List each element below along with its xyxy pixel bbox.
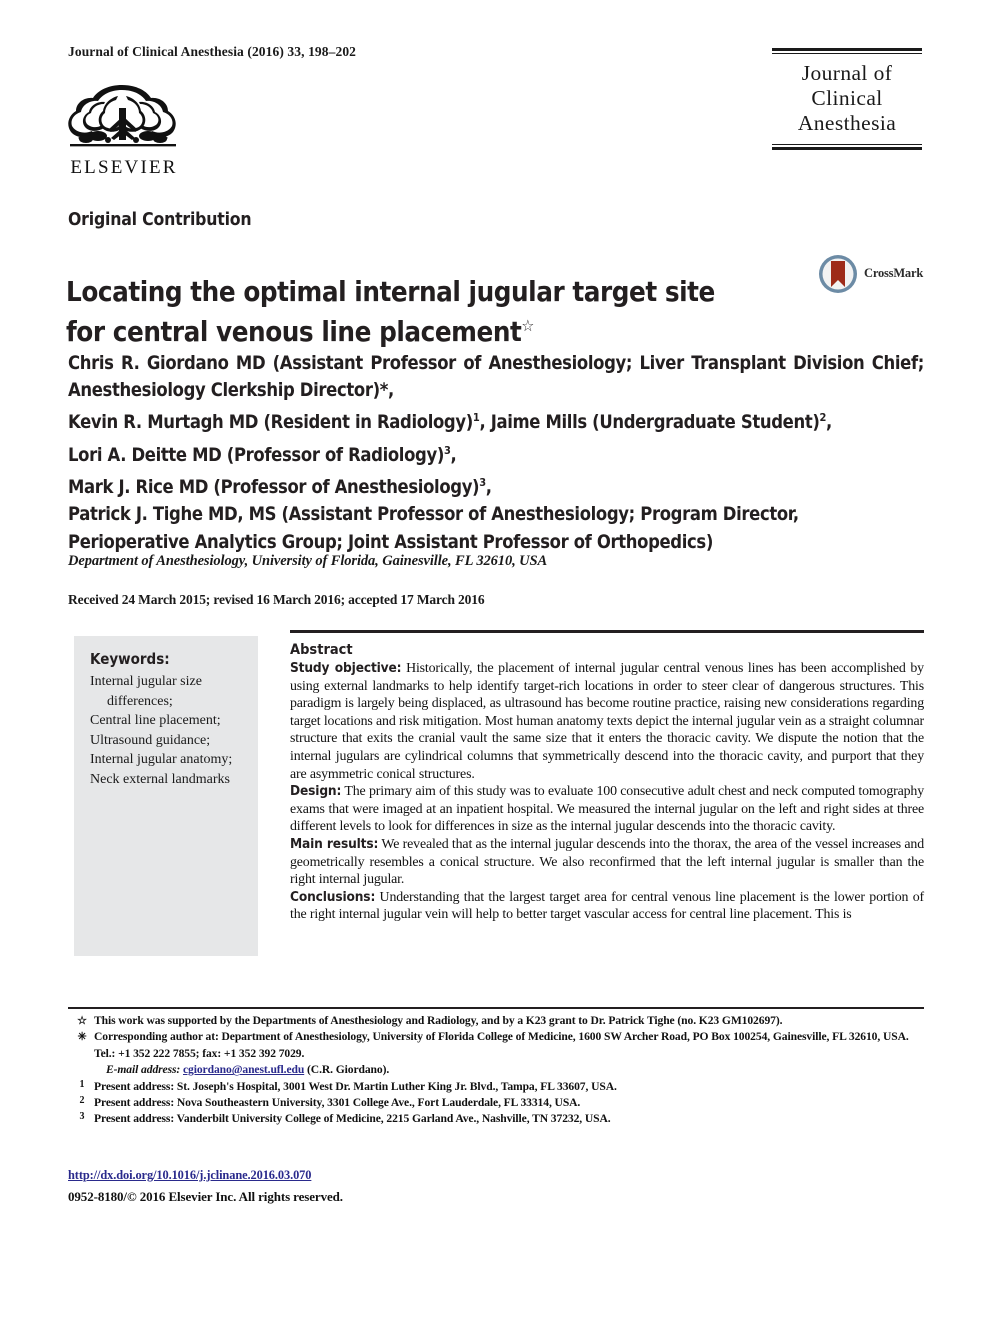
author-affiliation: Department of Anesthesiology, University… [68, 553, 548, 569]
author-list: Chris R. Giordano MD (Assistant Professo… [68, 350, 924, 556]
copyright-line: 0952-8180/© 2016 Elsevier Inc. All right… [68, 1189, 343, 1204]
abstract-paragraph-study-objective: Study objective: Historically, the place… [290, 660, 924, 783]
author-4: Lori A. Deitte MD (Professor of Radiolog… [68, 437, 924, 469]
keyword-item: Internal jugular size differences; [90, 672, 248, 711]
abstract-text-study-objective: Historically, the placement of internal … [290, 661, 924, 782]
footnote-corresponding-author-text: Corresponding author at: Department of A… [94, 1030, 909, 1060]
masthead-line-1: Journal of [801, 61, 893, 85]
elsevier-logo: ELSEVIER [64, 78, 184, 179]
title-footnote-star-icon: ☆ [521, 316, 534, 336]
author-1: Chris R. Giordano MD (Assistant Professo… [68, 353, 924, 402]
article-history-dates: Received 24 March 2015; revised 16 March… [68, 592, 485, 607]
footnote-list: ☆ This work was supported by the Departm… [68, 1013, 926, 1128]
journal-masthead: Journal of Clinical Anesthesia [772, 48, 922, 150]
elsevier-tree-icon [68, 85, 176, 147]
email-label: E-mail address: [106, 1063, 181, 1077]
abstract-label-main-results: Main results: [290, 835, 379, 852]
author-5-name: Mark J. Rice MD (Professor of Anesthesio… [68, 477, 480, 499]
abstract-label-study-objective: Study objective: [290, 660, 402, 676]
author-6-line-2: Perioperative Analytics Group; Joint Ass… [68, 531, 714, 553]
article-first-page: Journal of Clinical Anesthesia (2016) 33… [0, 0, 990, 1320]
author-2-and-3: Kevin R. Murtagh MD (Resident in Radiolo… [68, 404, 924, 436]
footnote-funding-text: This work was supported by the Departmen… [94, 1014, 783, 1027]
author-5: Mark J. Rice MD (Professor of Anesthesio… [68, 469, 924, 501]
keywords-heading: Keywords: [90, 650, 170, 668]
footnote-asterisk-icon: ✳ [77, 1031, 87, 1044]
email-attribution: (C.R. Giordano). [307, 1063, 390, 1077]
abstract-top-rule [290, 630, 924, 633]
abstract-paragraph-main-results: Main results: We revealed that as the in… [290, 836, 924, 889]
title-line-1: Locating the optimal internal jugular ta… [66, 276, 715, 309]
abstract-label-conclusions: Conclusions: [290, 888, 376, 905]
footnote-star-icon: ☆ [77, 1015, 87, 1027]
footnote-email-line: E-mail address: cgiordano@anest.ufl.edu … [68, 1062, 926, 1078]
abstract-section: Abstract Study objective: Historically, … [290, 630, 924, 924]
abstract-paragraph-conclusions: Conclusions: Understanding that the larg… [290, 889, 924, 924]
keywords-list: Internal jugular size differences; Centra… [90, 672, 248, 789]
doi-link[interactable]: http://dx.doi.org/10.1016/j.jclinane.201… [68, 1168, 311, 1183]
keyword-item: Internal jugular anatomy; [90, 752, 233, 767]
author-5-separator: , [485, 477, 492, 499]
footnote-present-address-2-text: Present address: Nova Southeastern Unive… [94, 1096, 581, 1110]
footnote-present-address-1-text: Present address: St. Joseph's Hospital, … [94, 1079, 617, 1093]
footnote-funding: ☆ This work was supported by the Departm… [68, 1013, 926, 1029]
email-link[interactable]: cgiordano@anest.ufl.edu [183, 1063, 304, 1076]
abstract-paragraph-design: Design: The primary aim of this study wa… [290, 783, 924, 836]
abstract-label-design: Design: [290, 783, 342, 800]
masthead-bottom-rule [772, 144, 922, 150]
article-section-label: Original Contribution [68, 210, 252, 230]
title-line-2: for central venous line placement [66, 316, 522, 349]
author-3-separator: , [826, 412, 832, 434]
keywords-panel: Keywords: Internal jugular size differenc… [74, 636, 258, 956]
footnote-present-address-2: 2 Present address: Nova Southeastern Uni… [68, 1095, 926, 1111]
crossmark-badge[interactable]: CrossMark [818, 254, 923, 296]
footnote-corresponding-author: ✳ Corresponding author at: Department of… [68, 1029, 926, 1062]
author-6-line-1: Patrick J. Tighe MD, MS (Assistant Profe… [68, 504, 799, 526]
masthead-line-3: Anesthesia [797, 111, 897, 135]
crossmark-label: CrossMark [864, 266, 924, 280]
masthead-title: Journal of Clinical Anesthesia [772, 54, 922, 142]
abstract-text-design: The primary aim of this study was to eva… [290, 784, 924, 835]
page-title: Locating the optimal internal jugular ta… [66, 276, 766, 349]
author-4-separator: , [450, 444, 457, 466]
crossmark-badge-icon [819, 255, 857, 293]
elsevier-wordmark: ELSEVIER [70, 157, 178, 178]
author-2-separator: , [479, 412, 491, 434]
footnote-marker-3: 3 [79, 1111, 85, 1123]
keyword-item: Central line placement; [90, 713, 221, 728]
author-4-name: Lori A. Deitte MD (Professor of Radiolog… [68, 444, 444, 466]
author-2-name: Kevin R. Murtagh MD (Resident in Radiolo… [68, 412, 473, 434]
keyword-text: Internal jugular size [90, 674, 202, 689]
abstract-text-conclusions: Understanding that the largest target ar… [290, 889, 924, 923]
footnote-marker-1: 1 [79, 1078, 85, 1090]
footnote-present-address-1: 1 Present address: St. Joseph's Hospital… [68, 1079, 926, 1095]
keyword-item: Ultrasound guidance; [90, 732, 211, 748]
abstract-heading: Abstract [290, 642, 353, 658]
author-3-name: Jaime Mills (Undergraduate Student) [490, 412, 820, 434]
abstract-text-main-results: We revealed that as the internal jugular… [290, 836, 925, 888]
masthead-line-2: Clinical [811, 86, 883, 110]
footnote-marker-2: 2 [79, 1095, 85, 1107]
footnote-divider [68, 1007, 924, 1009]
footnote-present-address-3-text: Present address: Vanderbilt University C… [94, 1112, 611, 1126]
keyword-item: Neck external landmarks [90, 771, 230, 787]
keyword-text-continued: differences; [107, 693, 173, 709]
footnote-present-address-3: 3 Present address: Vanderbilt University… [68, 1111, 926, 1127]
